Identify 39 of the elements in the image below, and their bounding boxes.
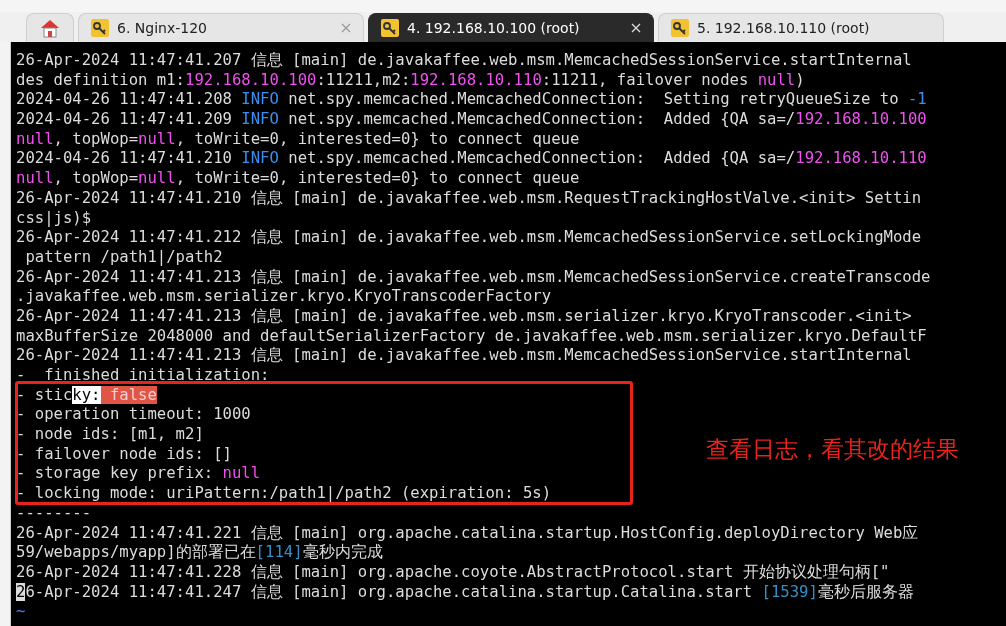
log-line: 26-Apr-2024 11:47:41.207 信息 [main] de.javakaffee.web.msm.MemcachedSessionService.startInternal	[16, 51, 912, 71]
log-line: 26-Apr-2024 11:47:41.212 信息 [main] de.javakaffee.web.msm.MemcachedSessionService.setLockingMode	[16, 228, 922, 248]
log-line: 26-Apr-2024 11:47:41.221 信息 [main] org.apache.catalina.startup.HostConfig.deployDirectory Web应	[16, 523, 919, 543]
log-line: --------	[16, 503, 92, 524]
log-line: - operation timeout: 1000	[16, 405, 251, 426]
log-line: - locking mode: uriPattern:/path1|/path2 (expiration: 5s)	[16, 484, 552, 504]
log-line: - sticky: false	[16, 385, 157, 406]
log-line: ~	[16, 602, 26, 622]
log-line: 26-Apr-2024 11:47:41.210 信息 [main] de.javakaffee.web.msm.RequestTrackingHostValve.<init> Settin	[16, 188, 922, 209]
session-tab[interactable]: 4. 192.168.10.100 (root)	[368, 13, 654, 42]
log-line: css|js)$	[16, 208, 92, 229]
log-line: 2024-04-26 11:47:41.210 INFO net.spy.memcached.MemcachedConnection: Added {QA sa=/192.168.10.110	[16, 149, 927, 170]
log-line: - storage key prefix: null	[16, 464, 261, 485]
session-tab[interactable]: 5. 192.168.10.110 (root)	[658, 13, 944, 42]
key-icon	[671, 19, 689, 37]
log-line: null, topWop=null, toWrite=0, interested=0} to connect queue	[16, 129, 580, 150]
log-line: null, topWop=null, toWrite=0, interested=0} to connect queue	[16, 169, 580, 189]
key-icon	[381, 19, 399, 37]
log-line: des definition m1:192.168.10.100:11211,m2:192.168.10.110:11211, failover nodes null)	[16, 70, 805, 91]
home-icon	[39, 18, 61, 38]
log-line: .javakaffee.web.msm.serializer.kryo.KryoTranscoderFactory	[16, 287, 552, 307]
annotation-text: 查看日志，看其改的结果	[706, 435, 959, 464]
log-line: pattern /path1|/path2	[24, 247, 223, 268]
log-line: 26-Apr-2024 11:47:41.228 信息 [main] org.apache.coyote.AbstractProtocol.start 开始协议处理句柄["	[16, 562, 890, 583]
log-line: - finished initialization:	[16, 366, 270, 386]
log-line: - failover node ids: []	[16, 444, 232, 465]
log-line: 2024-04-26 11:47:41.208 INFO net.spy.memcached.MemcachedConnection: Setting retryQueueSize to -1	[16, 90, 927, 111]
key-icon	[91, 19, 109, 37]
log-line: 26-Apr-2024 11:47:41.213 信息 [main] de.javakaffee.web.msm.serializer.kryo.KryoTranscoder.<init>	[16, 306, 912, 327]
log-line: - node ids: [m1, m2]	[16, 425, 204, 445]
log-line: 59/webapps/myapp]的部署已在[114]毫秒内完成	[16, 543, 383, 563]
terminal[interactable]	[11, 42, 1006, 626]
log-line: 26-Apr-2024 11:47:41.213 信息 [main] de.javakaffee.web.msm.MemcachedSessionService.startInternal	[16, 346, 912, 366]
log-line: maxBufferSize 2048000 and defaultSerializerFactory de.javakaffee.web.msm.serializer.kryo.DefaultF	[16, 326, 927, 347]
home-tab[interactable]	[26, 13, 74, 42]
log-line: 26-Apr-2024 11:47:41.247 信息 [main] org.apache.catalina.startup.Catalina.start [1539]毫秒后服务器	[16, 582, 914, 603]
log-line: 26-Apr-2024 11:47:41.213 信息 [main] de.javakaffee.web.msm.MemcachedSessionService.createTranscode	[16, 267, 931, 288]
log-line: 2024-04-26 11:47:41.209 INFO net.spy.memcached.MemcachedConnection: Added {QA sa=/192.168.10.100	[16, 110, 927, 130]
session-tab[interactable]: 6. Nginx-120	[78, 13, 364, 42]
